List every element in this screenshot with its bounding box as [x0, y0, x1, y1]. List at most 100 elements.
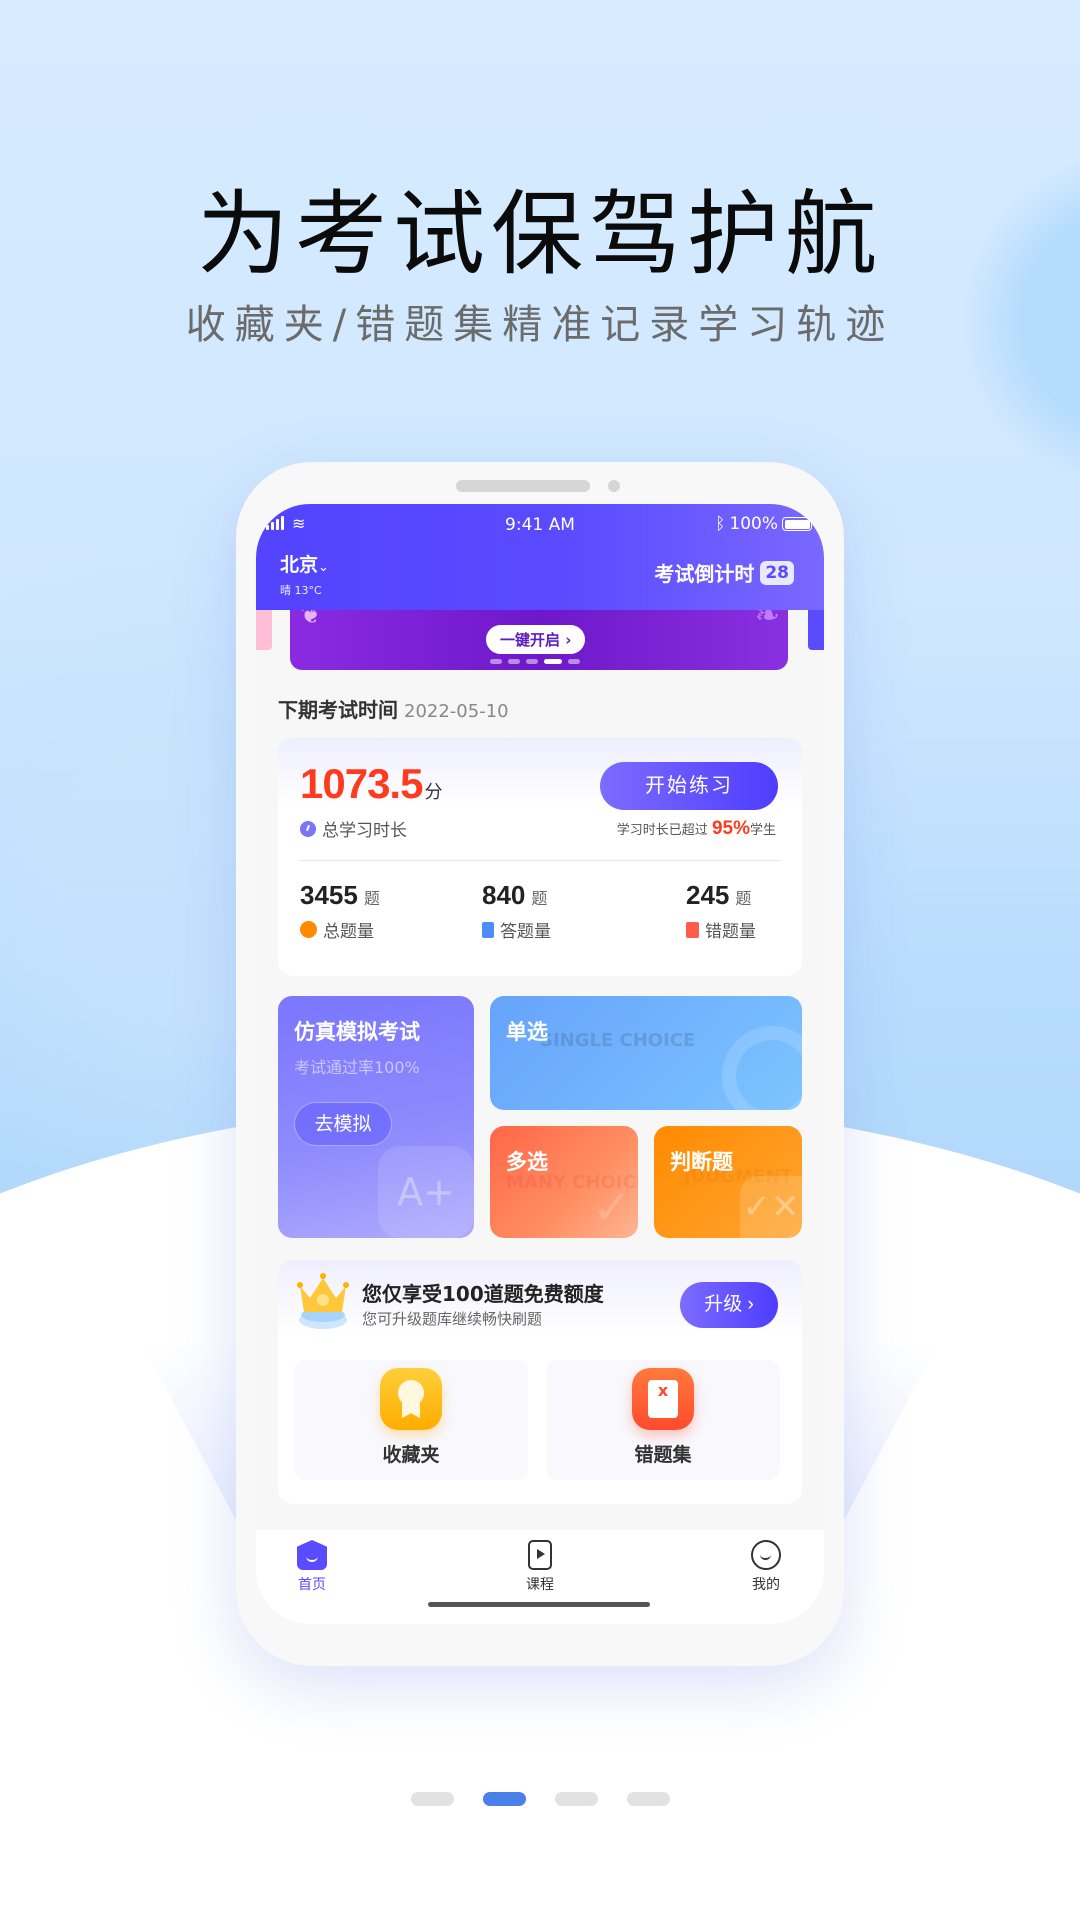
- banner-dot[interactable]: [508, 659, 520, 664]
- page-dot[interactable]: [626, 1792, 670, 1806]
- next-exam-label: 下期考试时间: [278, 698, 398, 722]
- checkmark-icon: ✓: [591, 1180, 632, 1236]
- clock-icon: [300, 820, 316, 837]
- stat-unit: 题: [531, 889, 548, 908]
- stat-wrong[interactable]: 245 题 错题量: [686, 880, 756, 942]
- banner-dot[interactable]: [490, 659, 502, 664]
- tile-subtitle: 考试通过率100%: [294, 1058, 420, 1077]
- city-name: 北京: [280, 554, 319, 576]
- page-dot[interactable]: [554, 1792, 598, 1806]
- go-simulate-button[interactable]: 去模拟: [294, 1102, 392, 1146]
- page-indicator: [0, 1792, 1080, 1806]
- status-right: ᛒ 100%: [715, 514, 812, 534]
- score-unit: 分: [424, 782, 442, 802]
- banner-prev-peek: [256, 610, 272, 650]
- wrong-questions-icon: [632, 1368, 694, 1430]
- phone-frame: ≋ 9:41 AM ᛒ 100% 北京⌄ 晴 13°C 考试倒计时 28 ❦ ❧: [236, 462, 844, 1666]
- check-cross-icon: ✓✕: [740, 1176, 802, 1238]
- banner-dot-active[interactable]: [544, 659, 562, 664]
- start-practice-button[interactable]: 开始练习: [600, 762, 778, 810]
- banner-pagination: [490, 659, 580, 664]
- upgrade-button[interactable]: 升级 ›: [680, 1282, 778, 1328]
- app-header: ≋ 9:41 AM ᛒ 100% 北京⌄ 晴 13°C 考试倒计时 28: [256, 504, 824, 610]
- tile-title: 仿真模拟考试: [294, 1020, 420, 1044]
- duration-label: 总学习时长: [322, 821, 407, 841]
- single-choice-tile[interactable]: SINGLE CHOICE 单选: [490, 996, 802, 1110]
- countdown-label: 考试倒计时: [654, 562, 755, 586]
- study-score: 1073.5 分: [300, 760, 442, 808]
- free-quota-card: 您仅享受100道题免费额度 您可升级题库继续畅快刷题 升级 › 收藏夹 错题集: [278, 1260, 802, 1504]
- stat-answered[interactable]: 840 题 答题量: [482, 880, 551, 942]
- favorites-shortcut[interactable]: 收藏夹: [294, 1360, 528, 1480]
- smile-profile-icon: [751, 1540, 781, 1570]
- tile-title: 判断题: [670, 1150, 733, 1174]
- banner-next-peek: [808, 610, 824, 650]
- tab-home[interactable]: 首页: [282, 1540, 342, 1594]
- promo-headline: 为考试保驾护航: [196, 181, 883, 288]
- exceed-prefix: 学习时长已超过: [616, 823, 708, 838]
- tile-title: 多选: [506, 1150, 548, 1174]
- page-dot-active[interactable]: [482, 1792, 526, 1806]
- score-value: 1073.5: [300, 760, 423, 807]
- study-duration: 总学习时长: [300, 816, 407, 841]
- crown-icon: [297, 1273, 349, 1329]
- pie-chart-icon: [300, 921, 317, 938]
- favorites-medal-icon: [380, 1368, 442, 1430]
- tile-ghost-text: SINGLE CHOICE: [540, 1030, 696, 1051]
- shortcut-label: 错题集: [634, 1444, 692, 1466]
- tile-title: 单选: [506, 1020, 548, 1044]
- stat-unit: 题: [735, 889, 752, 908]
- next-exam-time: 下期考试时间 2022-05-10: [278, 694, 509, 723]
- video-course-icon: [528, 1540, 552, 1570]
- countdown-days-badge: 28: [760, 560, 794, 585]
- promo-subline: 收藏夹/错题集精准记录学习轨迹: [185, 302, 895, 348]
- divider: [300, 860, 780, 861]
- wrong-questions-shortcut[interactable]: 错题集: [546, 1360, 780, 1480]
- tab-profile[interactable]: 我的: [736, 1540, 796, 1594]
- judgment-tile[interactable]: JUDGMENT 判断题 ✓✕: [654, 1126, 802, 1238]
- page-dot[interactable]: [410, 1792, 454, 1806]
- bluetooth-icon: ᛒ: [715, 514, 726, 534]
- error-book-icon: [686, 921, 699, 938]
- battery-percent: 100%: [729, 514, 778, 534]
- weather-info: 晴 13°C: [280, 584, 322, 597]
- phone-speaker: [456, 480, 590, 492]
- stat-total[interactable]: 3455 题 总题量: [300, 880, 380, 942]
- stat-label: 错题量: [705, 922, 756, 942]
- simulation-exam-tile[interactable]: 仿真模拟考试 考试通过率100% 去模拟 A+: [278, 996, 474, 1238]
- shortcut-label: 收藏夹: [382, 1444, 440, 1466]
- stat-label: 总题量: [323, 922, 374, 942]
- tab-courses[interactable]: 课程: [510, 1540, 570, 1594]
- stat-num: 245: [686, 880, 730, 910]
- banner-dot[interactable]: [568, 659, 580, 664]
- exceed-percent: 95%: [711, 818, 750, 839]
- stat-unit: 题: [363, 889, 380, 908]
- city-selector[interactable]: 北京⌄: [280, 550, 329, 577]
- banner-cta-button[interactable]: 一键开启 ›: [486, 625, 586, 654]
- tab-label: 课程: [526, 1577, 554, 1593]
- exceed-stat: 学习时长已超过 95%学生: [617, 818, 776, 840]
- stat-num: 840: [482, 880, 526, 910]
- app-screen: ≋ 9:41 AM ᛒ 100% 北京⌄ 晴 13°C 考试倒计时 28 ❦ ❧: [256, 504, 824, 1624]
- phone-camera: [608, 480, 620, 492]
- banner-dot[interactable]: [526, 659, 538, 664]
- stat-num: 3455: [300, 880, 358, 910]
- tab-label: 我的: [752, 1577, 780, 1593]
- status-bar: ≋ 9:41 AM ᛒ 100%: [256, 512, 824, 538]
- next-exam-date: 2022-05-10: [404, 701, 509, 722]
- home-icon: [297, 1540, 327, 1570]
- quota-title: 您仅享受100道题免费额度: [362, 1282, 604, 1306]
- study-stats-card: 1073.5 分 总学习时长 开始练习 学习时长已超过 95%学生 3455 题 总…: [278, 738, 802, 976]
- chevron-down-icon: ⌄: [318, 560, 329, 575]
- exam-countdown[interactable]: 考试倒计时 28: [654, 558, 794, 587]
- battery-icon: [782, 517, 812, 531]
- exceed-suffix: 学生: [749, 823, 776, 838]
- multi-choice-tile[interactable]: MANY CHOICE 多选 ✓: [490, 1126, 638, 1238]
- bottom-tab-bar: 首页 课程 我的: [256, 1530, 824, 1624]
- tab-label: 首页: [298, 1577, 326, 1593]
- home-indicator: [428, 1602, 650, 1607]
- book-icon: [482, 921, 494, 938]
- stat-label: 答题量: [500, 922, 551, 942]
- exam-paper-icon: A+: [378, 1146, 474, 1238]
- quota-desc: 您可升级题库继续畅快刷题: [362, 1310, 543, 1328]
